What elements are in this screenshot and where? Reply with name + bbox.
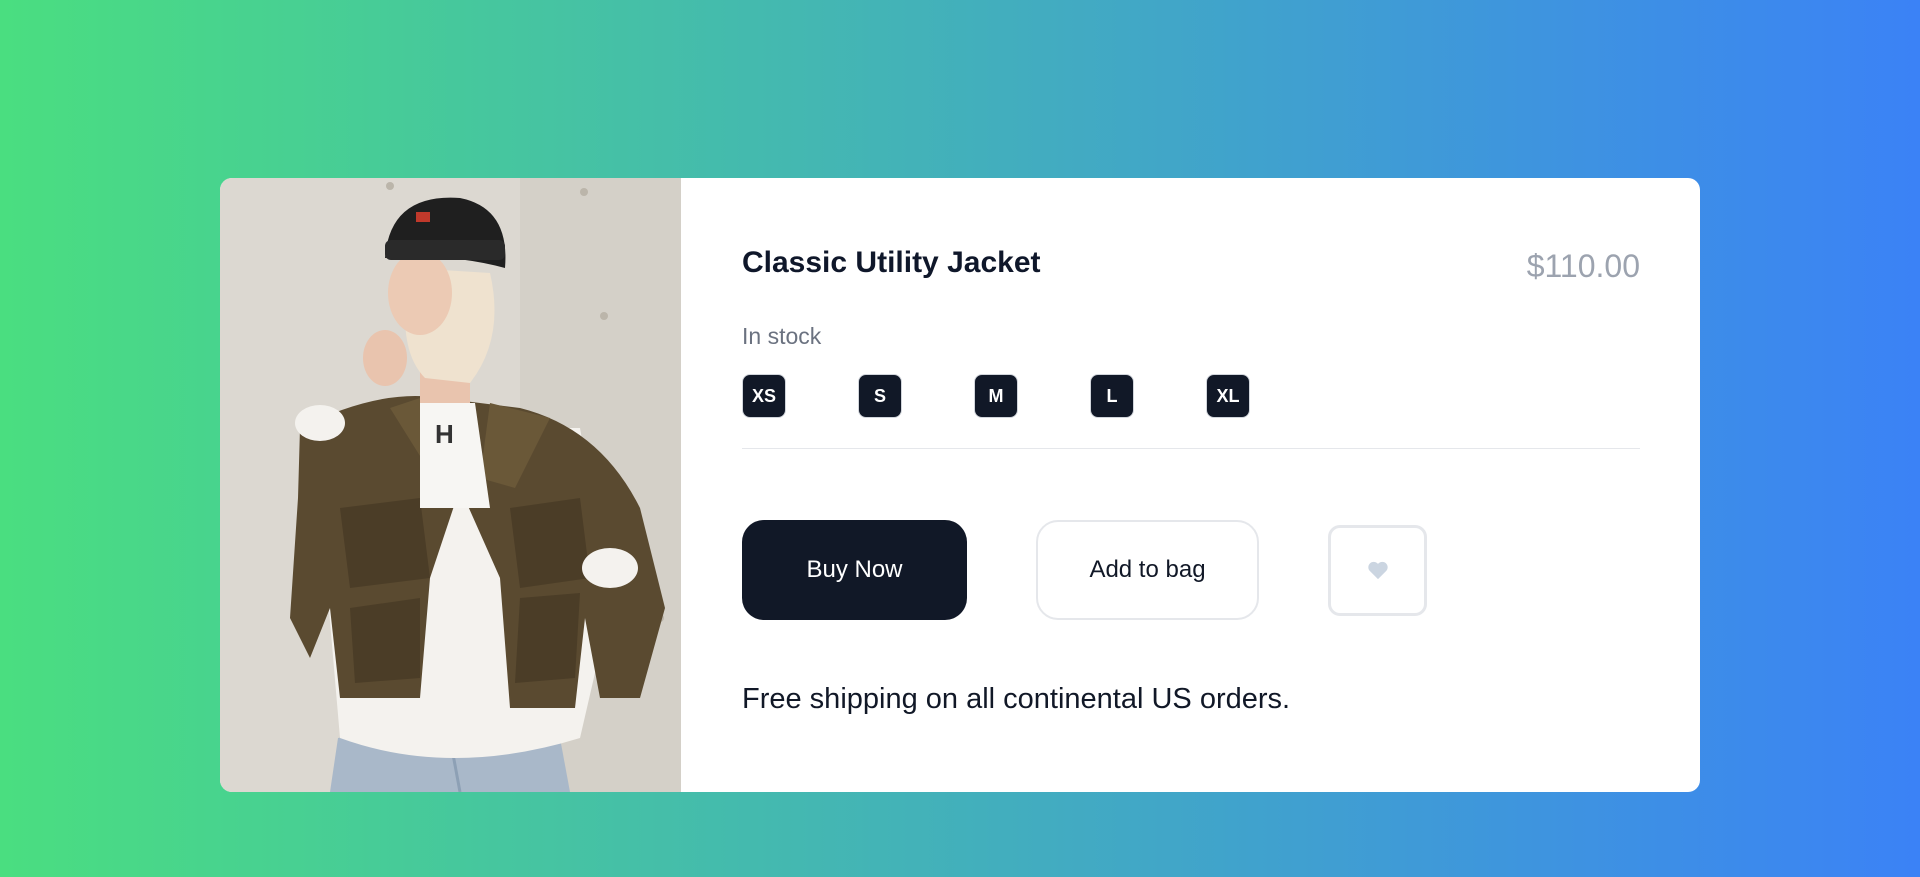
size-option-xs[interactable]: XS: [742, 374, 786, 418]
size-selector: XS S M L XL: [742, 374, 1250, 418]
product-title: Classic Utility Jacket: [742, 246, 1041, 279]
product-price: $110.00: [1526, 248, 1640, 284]
product-card: H Classic Utility Jacket $110.00 In stoc…: [220, 178, 1700, 792]
size-option-s[interactable]: S: [858, 374, 902, 418]
shipping-note: Free shipping on all continental US orde…: [742, 683, 1291, 715]
product-info: Classic Utility Jacket $110.00 In stock …: [681, 178, 1700, 792]
size-option-xl[interactable]: XL: [1206, 374, 1250, 418]
size-option-m[interactable]: M: [974, 374, 1018, 418]
svg-text:H: H: [435, 419, 454, 449]
heart-icon: [1367, 561, 1388, 580]
stock-status: In stock: [742, 323, 822, 349]
buy-now-button[interactable]: Buy Now: [742, 520, 967, 620]
size-option-l[interactable]: L: [1090, 374, 1134, 418]
add-to-bag-button[interactable]: Add to bag: [1036, 520, 1259, 620]
jacket-model-illustration: H: [220, 178, 681, 792]
favorite-button[interactable]: [1328, 524, 1427, 616]
action-buttons: Buy Now Add to bag: [742, 520, 1427, 620]
divider: [742, 448, 1640, 449]
product-image: H: [220, 178, 681, 792]
